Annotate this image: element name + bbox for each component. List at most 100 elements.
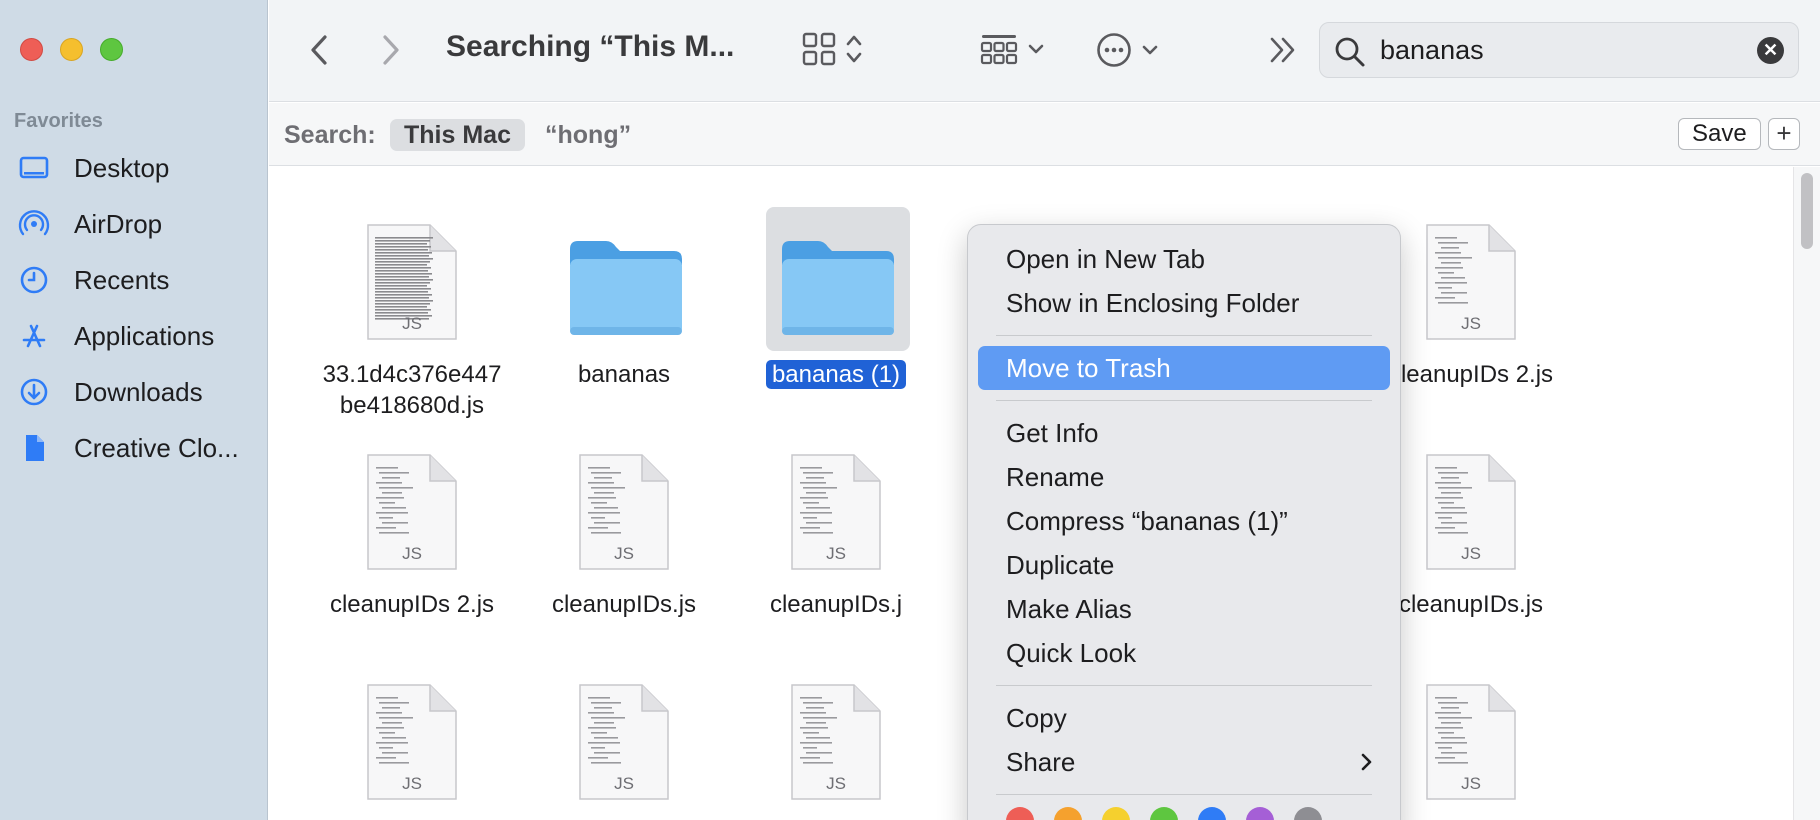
sidebar-item-airdrop[interactable]: AirDrop (0, 196, 268, 252)
tag-color-dot[interactable] (1150, 807, 1178, 820)
minimize-window-button[interactable] (60, 38, 83, 61)
file-name-text: cleanupIDs.js (551, 591, 697, 618)
tag-color-dot[interactable] (1006, 807, 1034, 820)
menu-item-make-alias[interactable]: Make Alias (978, 587, 1390, 631)
js-file-icon: JS (579, 684, 669, 800)
window-title: Searching “This M... (446, 30, 735, 63)
file-name-text: bananas (577, 361, 671, 388)
js-file-icon: JS (578, 453, 670, 576)
menu-item-rename[interactable]: Rename (978, 455, 1390, 499)
menu-item-get-info[interactable]: Get Info (978, 411, 1390, 455)
sidebar-item-label: Recents (74, 264, 170, 295)
group-by-button[interactable] (980, 32, 1046, 66)
zoom-window-button[interactable] (100, 38, 123, 61)
file-item[interactable]: JS (302, 671, 522, 819)
menu-item-duplicate[interactable]: Duplicate (978, 543, 1390, 587)
sidebar-item-label: Downloads (74, 376, 203, 407)
sidebar-item-creative-clo[interactable]: Creative Clo... (0, 420, 268, 476)
menu-item-move-to-trash[interactable]: Move to Trash (978, 346, 1390, 390)
svg-text:JS: JS (826, 774, 846, 793)
sidebar-item-desktop[interactable]: Desktop (0, 140, 268, 196)
js-file-icon: JS (1426, 684, 1516, 800)
document-icon (18, 432, 62, 464)
menu-separator (996, 794, 1372, 795)
file-name: cleanupIDs.js (514, 589, 734, 620)
js-file-icon: JS (579, 454, 669, 570)
folder-icon (778, 235, 898, 344)
menu-item-label: Move to Trash (1006, 353, 1171, 383)
file-item[interactable]: JS 33.1d4c376e447 be418680d.js (302, 211, 522, 421)
menu-item-show-in-enclosing-folder[interactable]: Show in Enclosing Folder (978, 281, 1390, 325)
folder-icon (570, 241, 682, 335)
scrollbar-thumb[interactable] (1801, 173, 1813, 249)
file-item[interactable]: JS cleanupIDs 2.js (302, 441, 522, 620)
favorites-section-title: Favorites (14, 110, 103, 132)
back-button[interactable] (309, 34, 329, 66)
file-item[interactable]: JS cleanupIDs.js (514, 441, 734, 620)
chevron-down-icon (1028, 44, 1044, 54)
js-file-icon: JS (790, 683, 882, 806)
menu-separator (996, 400, 1372, 401)
tag-color-dot[interactable] (1198, 807, 1226, 820)
vertical-scrollbar[interactable] (1793, 167, 1820, 820)
svg-text:JS: JS (614, 544, 634, 563)
file-name: bananas (1) (726, 359, 946, 390)
search-field[interactable]: ✕ (1319, 22, 1799, 78)
sidebar-item-label: Applications (74, 320, 215, 351)
chevron-left-icon (311, 35, 327, 65)
menu-item-compress-bananas-1[interactable]: Compress “bananas (1)” (978, 499, 1390, 543)
clear-search-icon[interactable]: ✕ (1757, 37, 1784, 64)
svg-text:JS: JS (402, 544, 422, 563)
file-icon-wrap: JS (302, 441, 522, 581)
tag-color-dot[interactable] (1294, 807, 1322, 820)
svg-text:JS: JS (402, 774, 422, 793)
tag-color-dot[interactable] (1102, 807, 1130, 820)
sidebar-item-label: Desktop (74, 152, 170, 183)
svg-text:JS: JS (1461, 544, 1481, 563)
search-input[interactable] (1380, 33, 1740, 67)
js-file-icon: JS (578, 683, 670, 806)
sidebar-item-applications[interactable]: Applications (0, 308, 268, 364)
file-icon-wrap (514, 211, 734, 351)
toolbar: Searching “This M... bananas ✕ (269, 0, 1820, 102)
file-name: cleanupIDs 2.js (302, 589, 522, 620)
tag-color-dot[interactable] (1246, 807, 1274, 820)
clock-icon (18, 264, 62, 296)
tag-color-dot[interactable] (1054, 807, 1082, 820)
save-search-button[interactable]: Save (1678, 118, 1761, 150)
search-icon (1335, 37, 1365, 67)
menu-item-quick-look[interactable]: Quick Look (978, 631, 1390, 675)
js-file-icon: JS (366, 683, 458, 806)
close-window-button[interactable] (20, 38, 43, 61)
folder-icon (782, 241, 894, 335)
menu-item-label: Share (1006, 747, 1076, 777)
more-toolbar-items-button[interactable] (1268, 36, 1298, 64)
add-criteria-button[interactable]: + (1768, 118, 1800, 150)
chevron-down-icon (1142, 45, 1158, 55)
file-icon-wrap (726, 207, 946, 351)
sidebar-item-recents[interactable]: Recents (0, 252, 268, 308)
folder-item[interactable]: bananas (1) (726, 207, 946, 390)
js-file-icon: JS (367, 684, 457, 800)
file-item[interactable]: JS cleanupIDs.j (726, 441, 946, 620)
menu-item-label: Make Alias (1006, 594, 1132, 624)
favorites-list: Desktop AirDrop Recents Applications Downloa… (0, 140, 268, 476)
sidebar-item-label: AirDrop (74, 208, 163, 239)
action-menu-button[interactable] (1096, 32, 1160, 68)
menu-item-label: Open in New Tab (1006, 244, 1205, 274)
file-item[interactable]: JS (514, 671, 734, 819)
up-down-chevron-icon (846, 35, 862, 63)
sidebar-item-downloads[interactable]: Downloads (0, 364, 268, 420)
forward-button[interactable] (381, 34, 401, 66)
menu-separator (996, 335, 1372, 336)
menu-item-open-in-new-tab[interactable]: Open in New Tab (978, 237, 1390, 281)
folder-item[interactable]: bananas (514, 211, 734, 390)
js-file-icon: JS (366, 223, 458, 346)
scope-this-mac-button[interactable]: This Mac (390, 119, 525, 151)
menu-item-share[interactable]: Share (978, 740, 1390, 784)
menu-item-copy[interactable]: Copy (978, 696, 1390, 740)
file-icon-wrap: JS (302, 211, 522, 351)
scope-hong-button[interactable]: “hong” (545, 121, 631, 150)
view-mode-button[interactable] (802, 32, 864, 66)
file-item[interactable]: JS (726, 671, 946, 819)
